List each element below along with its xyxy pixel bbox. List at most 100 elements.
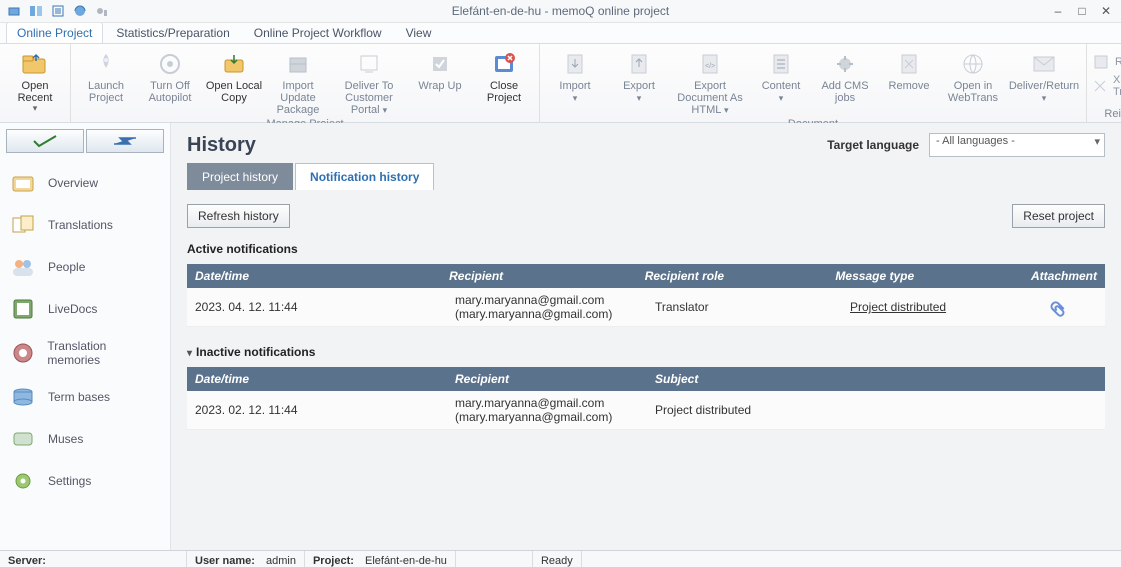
accept-all-button[interactable]	[6, 129, 84, 153]
reimport-button[interactable]: Reimport	[1093, 54, 1121, 70]
sync-button[interactable]	[86, 129, 164, 153]
svg-text:</>: </>	[705, 63, 715, 70]
content-label: Content▾	[762, 80, 801, 104]
wrap-up-button[interactable]: Wrap Up	[411, 48, 469, 104]
remove-button[interactable]: Remove	[880, 48, 938, 104]
cell-message-type[interactable]: Project distributed	[842, 288, 1042, 326]
sidebar-item-settings[interactable]: Settings	[0, 463, 170, 499]
sidebar-item-label: Overview	[48, 176, 98, 190]
inactive-notifications-title[interactable]: Inactive notifications	[171, 331, 1121, 363]
tab-statistics[interactable]: Statistics/Preparation	[105, 22, 240, 43]
main-content: History Target language - All languages …	[171, 123, 1121, 550]
cms-icon	[831, 50, 859, 78]
maximize-icon[interactable]: □	[1075, 4, 1089, 18]
x-translate-label: X-Translate	[1113, 74, 1121, 98]
tab-view[interactable]: View	[395, 22, 443, 43]
col-recipient[interactable]: Recipient	[441, 264, 637, 288]
col-attachment[interactable]: Attachment	[1023, 264, 1105, 288]
content-button[interactable]: Content▾	[752, 48, 810, 104]
import-package-label: Import Update Package	[269, 80, 327, 116]
sidebar-item-label: LiveDocs	[48, 302, 97, 316]
rocket-icon	[92, 50, 120, 78]
export-html-label: Export Document As HTML ▾	[674, 80, 746, 116]
sidebar-item-termbases[interactable]: Term bases	[0, 379, 170, 415]
launch-project-button[interactable]: Launch Project	[77, 48, 135, 104]
sidebar-item-livedocs[interactable]: LiveDocs	[0, 291, 170, 327]
page-title: History	[187, 134, 256, 157]
turn-off-autopilot-button[interactable]: Turn Off Autopilot	[141, 48, 199, 104]
minimize-icon[interactable]: –	[1051, 4, 1065, 18]
col-datetime[interactable]: Date/time	[187, 264, 441, 288]
cell-datetime: 2023. 04. 12. 11:44	[187, 288, 447, 326]
status-user: User name: admin	[187, 551, 305, 567]
sidebar-item-tm[interactable]: Translation memories	[0, 333, 170, 373]
table-row[interactable]: 2023. 02. 12. 11:44 mary.maryanna@gmail.…	[187, 391, 1105, 430]
package-icon	[284, 50, 312, 78]
import-button[interactable]: Import▾	[546, 48, 604, 104]
export-html-icon: </>	[696, 50, 724, 78]
globe-icon	[959, 50, 987, 78]
group-reimport-label: Reimport	[1093, 106, 1121, 122]
col-datetime[interactable]: Date/time	[187, 367, 447, 391]
cell-datetime: 2023. 02. 12. 11:44	[187, 391, 447, 429]
open-local-copy-button[interactable]: Open Local Copy	[205, 48, 263, 104]
launch-project-label: Launch Project	[77, 80, 135, 104]
reimport-label: Reimport	[1115, 56, 1121, 68]
x-translate-button[interactable]: X-Translate	[1093, 74, 1121, 98]
settings-icon	[10, 469, 38, 493]
export-label: Export▾	[623, 80, 655, 104]
col-recipient-role[interactable]: Recipient role	[637, 264, 828, 288]
open-recent-label: Open Recent	[6, 80, 64, 104]
col-message-type[interactable]: Message type	[827, 264, 1023, 288]
qat-icon-4[interactable]	[72, 3, 88, 19]
tab-online-project[interactable]: Online Project	[6, 22, 103, 43]
content-icon	[767, 50, 795, 78]
deliver-return-label: Deliver/Return▾	[1009, 80, 1079, 104]
tab-project-history[interactable]: Project history	[187, 163, 293, 190]
sidebar-item-translations[interactable]: Translations	[0, 207, 170, 243]
sidebar-item-label: Term bases	[48, 390, 110, 404]
target-language-label: Target language	[827, 138, 919, 152]
sidebar-item-label: Translations	[48, 218, 113, 232]
col-subject[interactable]: Subject	[647, 367, 1105, 391]
sidebar-item-label: Settings	[48, 474, 91, 488]
status-project: Project: Elefánt-en-de-hu	[305, 551, 456, 567]
deliver-customer-portal-button[interactable]: Deliver To Customer Portal ▾	[333, 48, 405, 116]
import-update-package-button[interactable]: Import Update Package	[269, 48, 327, 116]
sidebar-item-muses[interactable]: Muses	[0, 421, 170, 457]
export-html-button[interactable]: </> Export Document As HTML ▾	[674, 48, 746, 116]
qat-icon-2[interactable]	[28, 3, 44, 19]
tab-notification-history[interactable]: Notification history	[295, 163, 434, 190]
qat-icon-1[interactable]	[6, 3, 22, 19]
close-icon[interactable]: ✕	[1099, 4, 1113, 18]
close-project-button[interactable]: Close Project	[475, 48, 533, 104]
deliver-return-button[interactable]: Deliver/Return▾	[1008, 48, 1080, 104]
status-ready: Ready	[533, 551, 582, 567]
tab-workflow[interactable]: Online Project Workflow	[243, 22, 393, 43]
refresh-history-button[interactable]: Refresh history	[187, 204, 290, 228]
table-row[interactable]: 2023. 04. 12. 11:44 mary.maryanna@gmail.…	[187, 288, 1105, 327]
reset-project-button[interactable]: Reset project	[1012, 204, 1105, 228]
wrap-up-icon	[426, 50, 454, 78]
qat-icon-5[interactable]	[94, 3, 110, 19]
import-icon	[561, 50, 589, 78]
deliver-portal-icon	[355, 50, 383, 78]
open-recent-icon	[21, 50, 49, 78]
termbases-icon	[10, 385, 38, 409]
tm-icon	[10, 341, 37, 365]
open-webtrans-button[interactable]: Open in WebTrans	[944, 48, 1002, 104]
window-title: Elefánt-en-de-hu - memoQ online project	[0, 4, 1121, 18]
status-server: Server:	[0, 551, 187, 567]
col-recipient[interactable]: Recipient	[447, 367, 647, 391]
ribbon-tab-strip: Online Project Statistics/Preparation On…	[0, 23, 1121, 44]
target-language-select[interactable]: - All languages -	[929, 133, 1105, 157]
livedocs-icon	[10, 297, 38, 321]
export-button[interactable]: Export▾	[610, 48, 668, 104]
sidebar-item-overview[interactable]: Overview	[0, 165, 170, 201]
cell-attachment[interactable]	[1042, 288, 1105, 326]
add-cms-jobs-button[interactable]: Add CMS jobs	[816, 48, 874, 104]
sidebar-item-label: People	[48, 260, 85, 274]
sidebar-item-people[interactable]: People	[0, 249, 170, 285]
open-recent-button[interactable]: Open Recent ▾	[6, 48, 64, 114]
qat-icon-3[interactable]	[50, 3, 66, 19]
